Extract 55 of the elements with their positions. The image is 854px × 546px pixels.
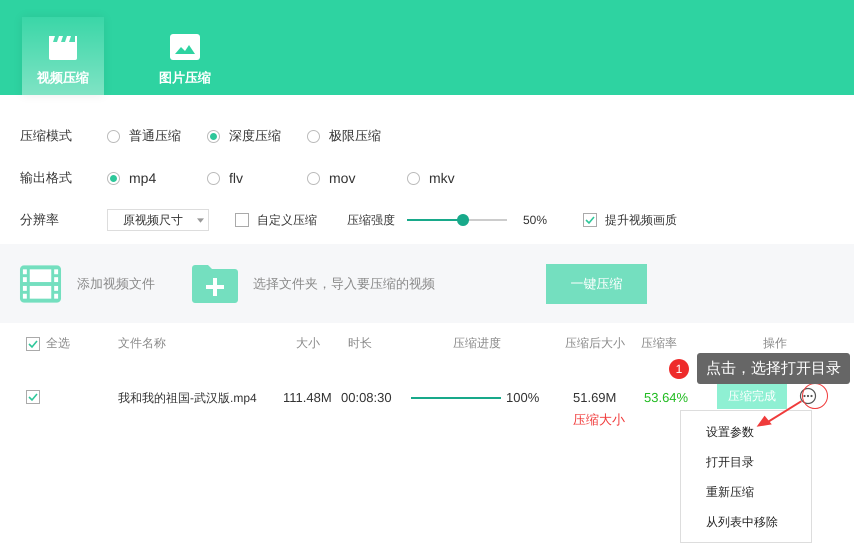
row-checkbox[interactable]	[26, 390, 40, 404]
radio-button[interactable]	[307, 172, 320, 184]
radio-option[interactable]: 极限压缩	[307, 127, 407, 145]
radio-option[interactable]: mp4	[107, 170, 207, 186]
duration: 00:08:30	[341, 389, 393, 405]
slider-handle[interactable]	[457, 214, 469, 226]
column-header: 时长	[347, 335, 373, 352]
resolution-dropdown[interactable]: 原视频尺寸	[107, 209, 209, 231]
checkbox[interactable]	[583, 213, 597, 227]
radio-option[interactable]: mkv	[407, 170, 507, 186]
radio-option[interactable]: mov	[307, 170, 407, 186]
strength-label: 压缩强度	[347, 212, 395, 228]
radio-button[interactable]	[207, 172, 220, 184]
column-header: 压缩后大小	[564, 335, 626, 352]
radio-button[interactable]	[207, 130, 220, 142]
radio-button[interactable]	[107, 130, 120, 142]
image-icon	[169, 33, 201, 61]
more-icon	[799, 387, 817, 405]
setting-label: 输出格式	[20, 169, 73, 187]
checkbox[interactable]	[26, 336, 40, 350]
select-all-checkbox[interactable]: 全选	[0, 335, 118, 352]
clapperboard-icon	[47, 33, 79, 61]
column-header: 大小	[295, 335, 321, 352]
column-header: 压缩进度	[452, 335, 502, 352]
menu-item[interactable]: 重新压缩	[681, 477, 811, 507]
folder-add-icon	[192, 264, 238, 302]
enhance-quality-option[interactable]: 提升视频画质	[583, 212, 677, 228]
setting-label: 分辨率	[20, 211, 60, 229]
strength-value: 50%	[523, 213, 548, 227]
film-strip-icon	[19, 264, 62, 304]
setting-label: 压缩模式	[20, 127, 73, 145]
compressed-size: 51.69M	[573, 390, 616, 405]
progress-value: 100%	[506, 390, 540, 405]
menu-item[interactable]: 打开目录	[681, 447, 811, 477]
menu-item[interactable]: 设置参数	[681, 417, 811, 447]
step-badge: 1	[669, 358, 689, 378]
checkbox[interactable]	[235, 213, 249, 227]
column-header: 文件名称	[118, 335, 167, 352]
radio-button[interactable]	[107, 172, 120, 184]
column-header: 操作	[762, 335, 788, 352]
size-note: 压缩大小	[573, 411, 625, 429]
menu-item[interactable]: 从列表中移除	[681, 507, 811, 537]
compression-ratio: 53.64%	[643, 389, 690, 405]
radio-option[interactable]: 深度压缩	[207, 127, 307, 145]
radio-option[interactable]: flv	[207, 170, 307, 186]
tooltip: 点击，选择打开目录	[697, 353, 850, 384]
radio-button[interactable]	[407, 172, 420, 184]
radio-option[interactable]: 普通压缩	[107, 127, 207, 145]
more-button[interactable]	[799, 387, 817, 405]
file-name: 我和我的祖国-武汉版.mp4	[118, 390, 258, 407]
radio-button[interactable]	[307, 130, 320, 142]
caret-icon	[197, 218, 204, 222]
column-header: 压缩率	[641, 335, 678, 352]
custom-compress-option[interactable]: 自定义压缩	[235, 212, 317, 228]
file-size: 111.48M	[283, 389, 333, 405]
